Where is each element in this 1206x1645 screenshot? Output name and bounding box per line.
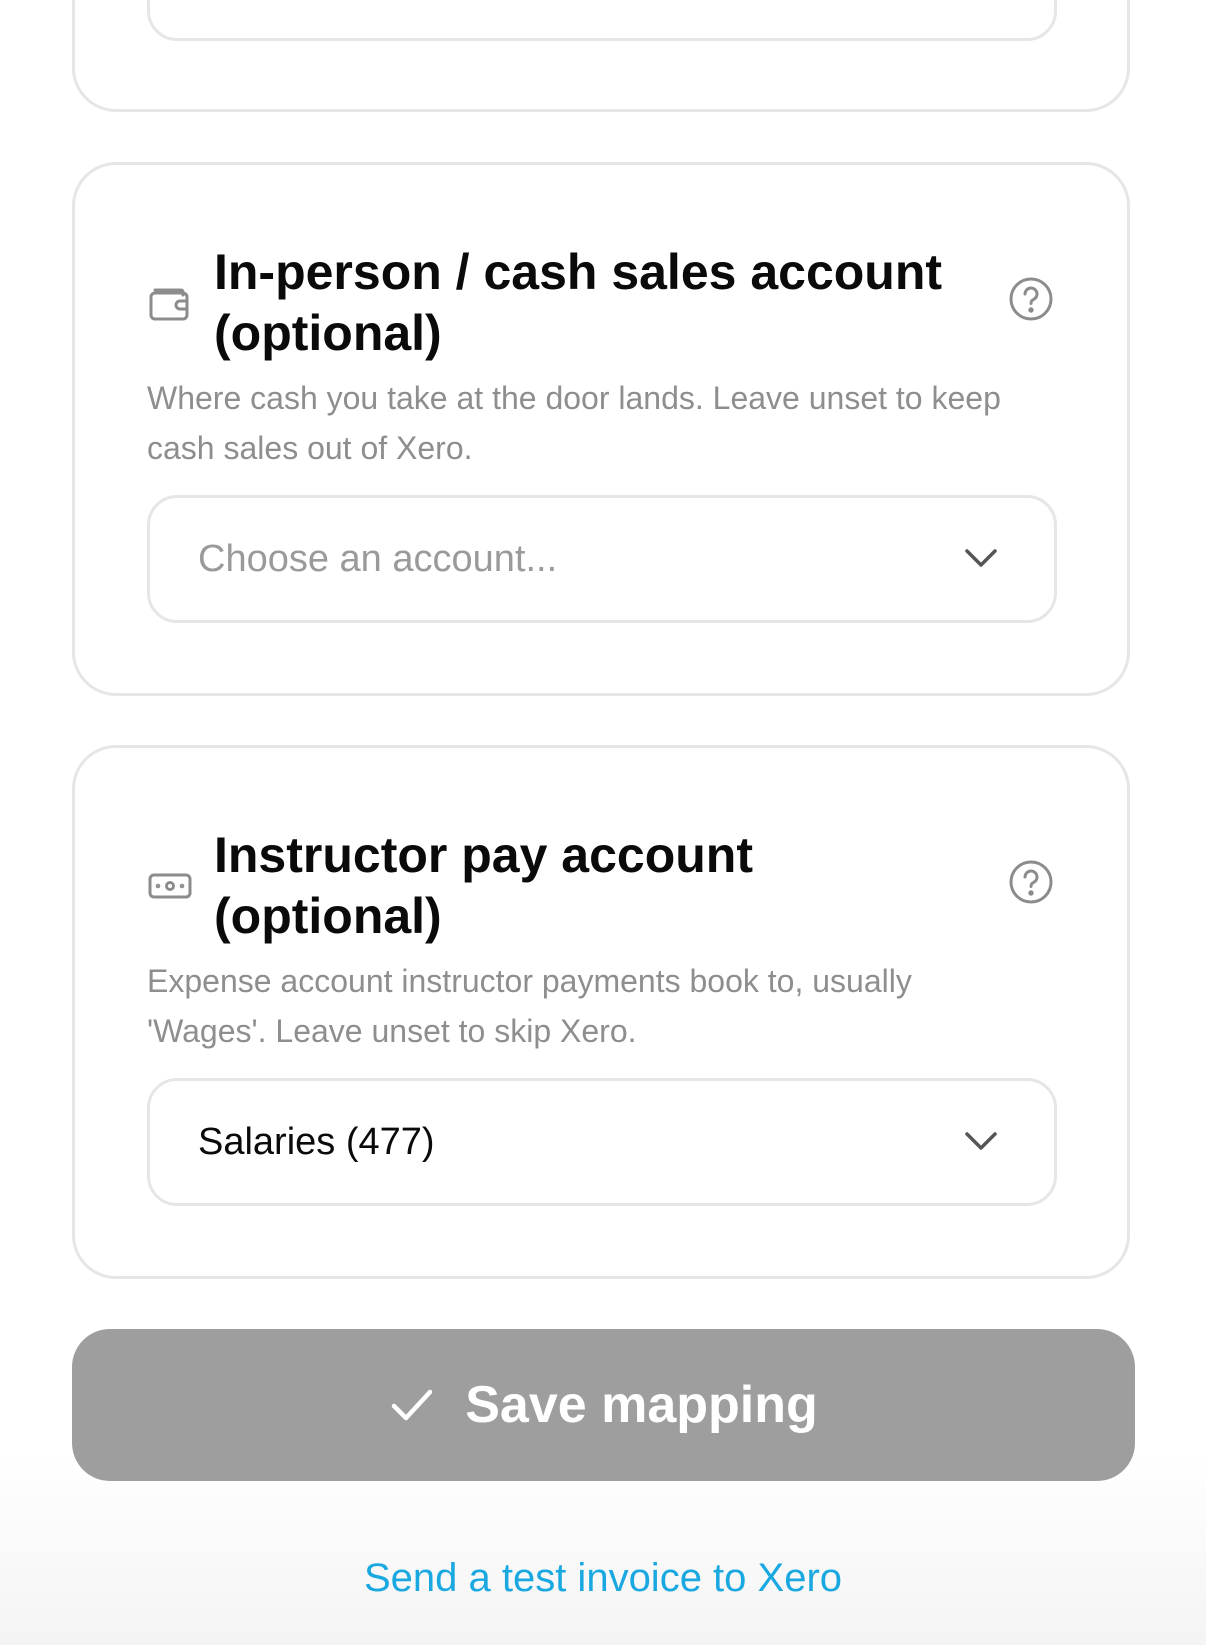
wallet-icon <box>149 288 189 321</box>
select-value: Salaries (477) <box>198 1121 435 1163</box>
previous-account-select[interactable] <box>147 0 1057 41</box>
cash-sales-account-title: In-person / cash sales account (optional… <box>214 244 943 361</box>
save-mapping-label: Save mapping <box>465 1376 818 1434</box>
check-icon <box>391 1389 433 1421</box>
save-mapping-button[interactable]: Save mapping <box>72 1329 1135 1481</box>
send-test-invoice-link[interactable]: Send a test invoice to Xero <box>0 1550 1206 1606</box>
select-placeholder: Choose an account... <box>198 538 558 580</box>
cash-sales-account-description: Where cash you take at the door lands. L… <box>147 380 1001 466</box>
help-icon[interactable] <box>1007 275 1055 323</box>
help-icon[interactable] <box>1007 858 1055 906</box>
banknote-icon <box>148 873 192 899</box>
instructor-pay-account-select[interactable]: Salaries (477) <box>147 1078 1057 1206</box>
cash-sales-account-select[interactable]: Choose an account... <box>147 495 1057 623</box>
previous-field-card <box>72 0 1130 112</box>
chevron-down-icon <box>965 549 997 567</box>
instructor-pay-account-title: Instructor pay account (optional) <box>214 827 753 944</box>
instructor-pay-account-description: Expense account instructor payments book… <box>147 963 912 1049</box>
instructor-pay-account-card: Instructor pay account (optional) Expens… <box>72 745 1130 1279</box>
chevron-down-icon <box>965 1132 997 1150</box>
cash-sales-account-card: In-person / cash sales account (optional… <box>72 162 1130 696</box>
